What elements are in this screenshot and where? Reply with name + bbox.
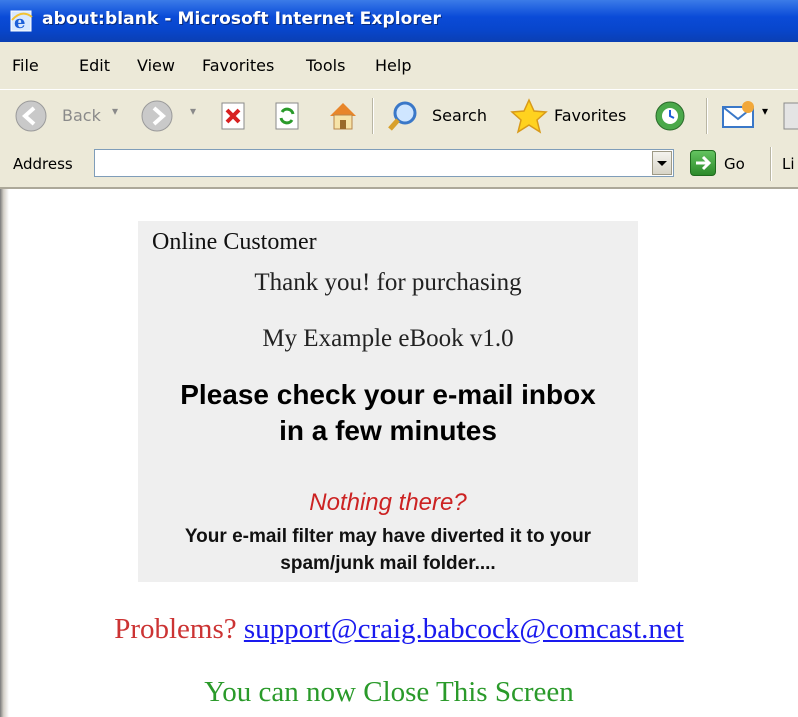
support-line: Problems? support@craig.babcock@comcast.… — [0, 613, 798, 646]
browser-window: e about:blank - Microsoft Internet Explo… — [0, 0, 798, 717]
address-dropdown-button[interactable] — [652, 151, 672, 175]
back-dropdown-icon[interactable]: ▾ — [112, 104, 118, 118]
forward-dropdown-icon[interactable]: ▾ — [190, 104, 196, 118]
toolbar-separator — [372, 98, 373, 134]
address-bar: Address Go Li — [0, 141, 798, 189]
confirmation-panel: Online Customer Thank you! for purchasin… — [138, 221, 638, 582]
thank-you-text: Thank you! for purchasing — [254, 269, 522, 296]
title-bar[interactable]: e about:blank - Microsoft Internet Explo… — [0, 0, 798, 42]
check-inbox-message: Please check your e-mail inbox in a few … — [138, 377, 638, 449]
standard-toolbar: Back ▾ ▾ Search Favorites ▾ — [0, 89, 798, 143]
menu-bar: File Edit View Favorites Tools Help — [0, 42, 798, 90]
favorites-star-icon[interactable] — [510, 98, 548, 138]
forward-arrow-icon[interactable] — [140, 99, 174, 137]
check-inbox-line-1: Please check your e-mail inbox — [180, 379, 596, 410]
search-icon[interactable] — [386, 99, 420, 137]
product-name: My Example eBook v1.0 — [262, 325, 514, 352]
stop-icon[interactable] — [218, 101, 248, 135]
spam-filter-line-1: Your e-mail filter may have diverted it … — [184, 526, 592, 547]
refresh-icon[interactable] — [272, 101, 302, 135]
support-email-link[interactable]: support@craig.babcock@comcast.net — [244, 613, 684, 645]
check-inbox-line-2: in a few minutes — [279, 415, 497, 446]
address-label: Address — [13, 155, 73, 173]
address-separator — [770, 147, 771, 181]
back-button[interactable]: Back — [62, 106, 101, 125]
go-button[interactable]: Go — [724, 155, 745, 173]
problems-label: Problems? — [114, 613, 237, 645]
toolbar-separator — [706, 98, 707, 134]
mail-dropdown-icon[interactable]: ▾ — [762, 104, 768, 118]
menu-file[interactable]: File — [12, 56, 39, 75]
close-screen-message: You can now Close This Screen — [204, 676, 574, 708]
home-icon[interactable] — [326, 99, 360, 137]
mail-icon[interactable] — [720, 99, 758, 137]
back-arrow-icon[interactable] — [14, 99, 48, 137]
menu-tools[interactable]: Tools — [306, 56, 345, 75]
menu-help[interactable]: Help — [375, 56, 411, 75]
print-icon[interactable] — [780, 99, 798, 137]
spam-filter-notice: Your e-mail filter may have diverted it … — [138, 523, 638, 577]
go-arrow-icon[interactable] — [690, 150, 716, 176]
chevron-down-icon — [657, 161, 667, 166]
spam-filter-line-2: spam/junk mail folder.... — [280, 553, 496, 574]
search-button[interactable]: Search — [432, 106, 487, 125]
panel-heading: Online Customer — [152, 229, 317, 255]
favorites-button[interactable]: Favorites — [554, 106, 626, 125]
window-title: about:blank - Microsoft Internet Explore… — [42, 9, 442, 29]
menu-view[interactable]: View — [137, 56, 175, 75]
address-input[interactable] — [94, 149, 674, 177]
history-icon[interactable] — [652, 99, 688, 137]
links-button[interactable]: Li — [782, 155, 795, 173]
menu-edit[interactable]: Edit — [79, 56, 110, 75]
menu-favorites[interactable]: Favorites — [202, 56, 274, 75]
ie-logo-icon: e — [10, 9, 34, 33]
nothing-there-text: Nothing there? — [309, 489, 467, 516]
